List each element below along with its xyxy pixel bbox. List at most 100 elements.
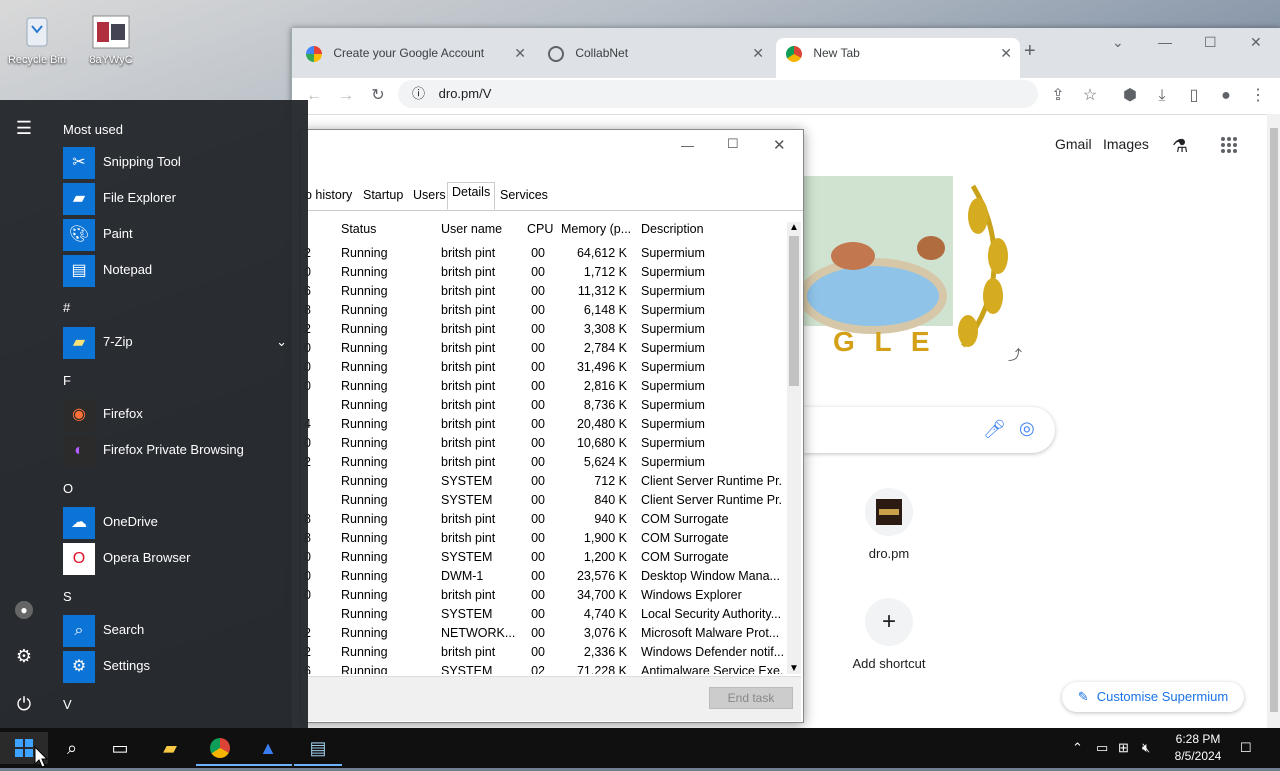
start-menu-item[interactable]: ⚙ Settings: [63, 649, 293, 683]
start-menu-item[interactable]: ▤ Notepad: [63, 253, 293, 287]
table-row[interactable]: 8Runningbritsh pint001,900 KCOM Surrogat…: [301, 529, 787, 548]
file-explorer-taskbar-icon[interactable]: ▰: [146, 732, 194, 764]
shortcut-dro-pm[interactable]: dro.pm: [834, 488, 944, 561]
start-menu-item[interactable]: ◉ Firefox: [63, 397, 293, 431]
browser-tab-new-tab[interactable]: New Tab ✕: [776, 38, 1020, 78]
start-menu-item[interactable]: ⌕ Search: [63, 613, 293, 647]
tab-services[interactable]: Services: [496, 186, 552, 204]
chevron-down-icon[interactable]: ⌄: [276, 325, 287, 359]
maximize-button[interactable]: ☐: [1204, 34, 1217, 51]
start-menu-item[interactable]: ▰ 7-Zip ⌄: [63, 325, 293, 359]
lens-icon[interactable]: ◎: [1019, 418, 1035, 439]
desktop-icon-recycle-bin[interactable]: Recycle Bin: [5, 14, 69, 66]
table-row[interactable]: 6Runningbritsh pint0011,312 KSupermium: [301, 282, 787, 301]
task-manager-taskbar-icon[interactable]: ▤: [294, 732, 342, 766]
column-header-description[interactable]: Description: [641, 222, 704, 236]
share-icon[interactable]: ⇪: [1046, 84, 1070, 108]
extension-icon[interactable]: ⬢: [1118, 84, 1142, 108]
search-taskbar-icon[interactable]: ⌕: [48, 732, 96, 764]
hamburger-menu-icon[interactable]: ☰: [12, 116, 36, 140]
voice-search-icon[interactable]: 🎤︎: [983, 419, 1006, 440]
table-row[interactable]: 6RunningSYSTEM0271,228 KAntimalware Serv…: [301, 662, 787, 674]
close-window-button[interactable]: ✕: [773, 136, 786, 154]
tablet-icon[interactable]: ▭: [1096, 728, 1108, 768]
doodle-share-icon[interactable]: ⤴: [1004, 344, 1026, 366]
notifications-icon[interactable]: ☐: [1240, 728, 1252, 768]
column-header-memory[interactable]: Memory (p...: [561, 222, 633, 236]
table-row[interactable]: Running SYSTEM 00 4,740 K Local Security Aut…: [301, 605, 787, 624]
scroll-down-icon[interactable]: ▼: [789, 663, 799, 674]
table-row[interactable]: 2Runningbritsh pint005,624 KSupermium: [301, 453, 787, 472]
start-menu-letter-header[interactable]: #: [63, 300, 70, 315]
new-tab-button[interactable]: +: [1024, 40, 1036, 63]
table-row[interactable]: 0Runningbritsh pint002,816 KSupermium: [301, 377, 787, 396]
tab-app-history[interactable]: o history: [301, 186, 356, 204]
browser-tab-collabnet[interactable]: CollabNet ✕: [548, 38, 772, 68]
profile-icon[interactable]: ●: [1214, 84, 1238, 108]
download-icon[interactable]: ⤓: [1150, 84, 1174, 108]
table-row[interactable]: 2Runningbritsh pint0064,612 KSupermium: [301, 244, 787, 263]
start-menu-letter-header[interactable]: S: [63, 589, 72, 604]
google-doodle[interactable]: G L E: [799, 176, 1023, 362]
power-icon[interactable]: ⏻: [12, 692, 36, 716]
reload-icon[interactable]: ↻: [366, 84, 390, 108]
images-link[interactable]: Images: [1103, 136, 1149, 152]
minimize-button[interactable]: —: [1158, 34, 1172, 50]
tab-users[interactable]: Users: [409, 186, 450, 204]
table-row[interactable]: 0Runningbritsh pint0034,700 KWindows Exp…: [301, 586, 787, 605]
process-list-scrollbar[interactable]: ▲ ▼: [787, 222, 801, 674]
end-task-button[interactable]: End task: [709, 687, 793, 709]
table-row[interactable]: 2RunningNETWORK...003,076 KMicrosoft Mal…: [301, 624, 787, 643]
volume-muted-icon[interactable]: 🔇︎: [1142, 728, 1150, 768]
tab-search-chevron-icon[interactable]: ⌄: [1112, 34, 1124, 51]
forward-icon[interactable]: →: [334, 84, 358, 108]
scrollbar-thumb[interactable]: [789, 236, 799, 386]
clock[interactable]: 6:28 PM 8/5/2024: [1166, 731, 1230, 765]
labs-flask-icon[interactable]: ⚗: [1172, 136, 1188, 157]
tab-startup[interactable]: Startup: [359, 186, 407, 204]
table-row[interactable]: 2Runningbritsh pint002,336 KWindows Defe…: [301, 643, 787, 662]
task-view-icon[interactable]: ▭: [96, 732, 144, 764]
close-tab-icon[interactable]: ✕: [752, 38, 764, 68]
table-row[interactable]: 0Runningbritsh pint001,712 KSupermium: [301, 263, 787, 282]
customise-button[interactable]: ✎ Customise Supermium: [1062, 682, 1244, 712]
table-row[interactable]: 0Runningbritsh pint002,784 KSupermium: [301, 339, 787, 358]
close-window-button[interactable]: ✕: [1250, 34, 1262, 51]
menu-icon[interactable]: ⋮: [1246, 84, 1270, 108]
minimize-button[interactable]: —: [681, 138, 694, 153]
scrollbar-thumb[interactable]: [1270, 128, 1278, 712]
network-icon[interactable]: ⊞: [1118, 728, 1129, 768]
add-shortcut-button[interactable]: + Add shortcut: [834, 598, 944, 671]
close-tab-icon[interactable]: ✕: [514, 38, 526, 68]
column-header-status[interactable]: Status: [341, 222, 376, 236]
task-manager-titlebar[interactable]: — ☐ ✕: [301, 130, 803, 180]
table-row[interactable]: 0Runningbritsh pint0031,496 KSupermium: [301, 358, 787, 377]
close-tab-icon[interactable]: ✕: [1000, 38, 1012, 68]
gmail-link[interactable]: Gmail: [1055, 136, 1092, 152]
table-row[interactable]: 4Runningbritsh pint0020,480 KSupermium: [301, 415, 787, 434]
show-hidden-icons-chevron[interactable]: ⌃: [1072, 728, 1083, 768]
column-header-user[interactable]: User name: [441, 222, 502, 236]
table-row[interactable]: 0RunningSYSTEM001,200 KCOM Surrogate: [301, 548, 787, 567]
apps-grid-icon[interactable]: [1220, 136, 1238, 157]
maximize-button[interactable]: ☐: [727, 136, 739, 152]
chrome-taskbar-icon[interactable]: [196, 732, 244, 766]
start-menu-item[interactable]: O Opera Browser: [63, 541, 293, 575]
browser-tab-google-account[interactable]: Create your Google Account ✕: [306, 38, 534, 68]
desktop-icon-file[interactable]: 8aYWyC: [79, 14, 143, 66]
table-row[interactable]: Running SYSTEM 00 712 K Client Server Runtim…: [301, 472, 787, 491]
table-row[interactable]: 0Runningbritsh pint0010,680 KSupermium: [301, 434, 787, 453]
search-box[interactable]: 🎤︎ ◎: [803, 407, 1055, 453]
tab-details[interactable]: Details: [447, 182, 496, 210]
app-taskbar-icon[interactable]: ▲: [244, 732, 292, 766]
start-menu-item[interactable]: 🎨︎ Paint: [63, 217, 293, 251]
start-menu-letter-header[interactable]: O: [63, 481, 73, 496]
start-menu-letter-header[interactable]: F: [63, 373, 71, 388]
table-row[interactable]: 0RunningDWM-10023,576 KDesktop Window Ma…: [301, 567, 787, 586]
start-menu-item[interactable]: ☁ OneDrive: [63, 505, 293, 539]
scroll-up-icon[interactable]: ▲: [789, 222, 799, 233]
page-scrollbar[interactable]: [1267, 114, 1280, 728]
table-row[interactable]: Running SYSTEM 00 840 K Client Server Runtim…: [301, 491, 787, 510]
bookmark-star-icon[interactable]: ☆: [1078, 84, 1102, 108]
start-menu-letter-header[interactable]: V: [63, 697, 72, 712]
